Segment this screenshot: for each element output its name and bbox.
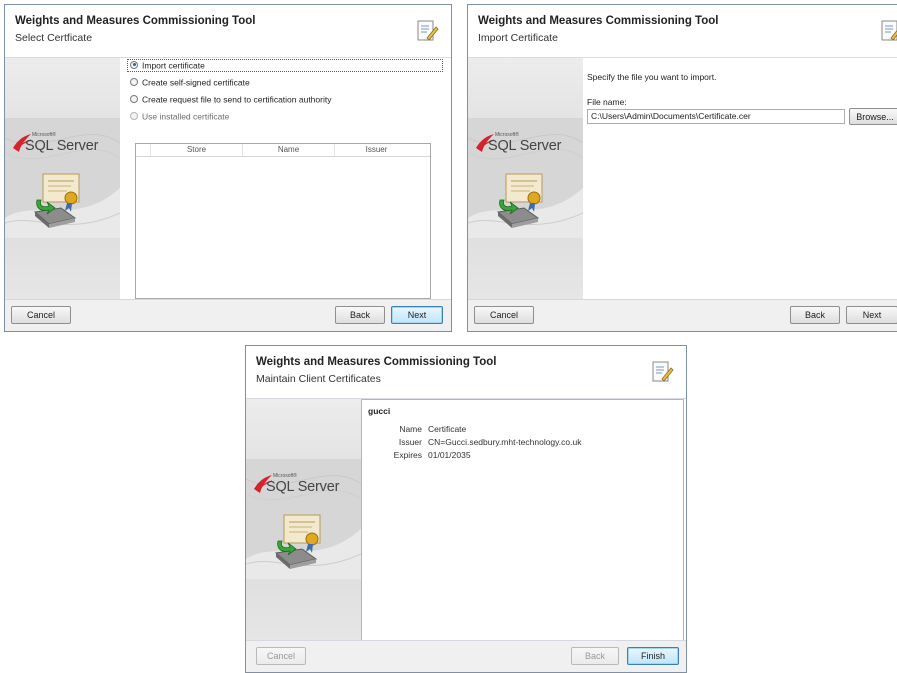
column-header-issuer: Issuer (334, 144, 418, 156)
certificate-icon (33, 173, 80, 228)
option-label: Create request file to send to certifica… (142, 94, 332, 105)
certificate-icon (274, 514, 321, 569)
option-create-request-file[interactable]: Create request file to send to certifica… (130, 94, 331, 107)
option-label: Create self-signed certificate (142, 77, 250, 88)
detail-value-expires: 01/01/2035 (428, 450, 471, 460)
detail-key-expires: Expires (393, 450, 422, 460)
back-button: Back (571, 647, 619, 665)
radio-icon[interactable] (130, 77, 138, 86)
dialog-subtitle: Maintain Client Certificates (256, 373, 381, 385)
finish-button[interactable]: Finish (627, 647, 679, 665)
next-button[interactable]: Next (846, 306, 897, 324)
dialog-header: Weights and Measures Commissioning Tool … (468, 5, 897, 57)
browse-button[interactable]: Browse... (849, 108, 897, 125)
back-button[interactable]: Back (790, 306, 840, 324)
cancel-button[interactable]: Cancel (474, 306, 534, 324)
back-button[interactable]: Back (335, 306, 385, 324)
wizard-header-icon (417, 20, 439, 41)
file-name-label: File name: (587, 97, 627, 107)
client-certificates-list: gucci Name Certificate Issuer CN=Gucci.s… (361, 399, 684, 641)
sidebar-banner: Microsoft® SQL Server (5, 58, 120, 300)
option-label: Import certificate (142, 60, 205, 71)
dialog-footer: Cancel Back Next (468, 299, 897, 331)
sql-server-brand: SQL Server (25, 138, 99, 154)
maintain-client-certificates-dialog: Weights and Measures Commissioning Tool … (245, 345, 687, 673)
sql-server-brand: SQL Server (266, 479, 340, 495)
content-area: Specify the file you want to import. Fil… (583, 58, 897, 300)
content-area: Import certificate Create self-signed ce… (120, 58, 451, 300)
option-label: Use installed certificate (142, 111, 230, 122)
certificate-icon (496, 173, 543, 228)
dialog-title: Weights and Measures Commissioning Tool (256, 356, 497, 368)
radio-icon[interactable] (130, 94, 138, 103)
detail-value-issuer: CN=Gucci.sedbury.mht-technology.co.uk (428, 437, 582, 447)
dialog-footer: Cancel Back Finish (246, 640, 686, 672)
file-name-input[interactable]: C:\Users\Admin\Documents\Certificate.cer (587, 109, 845, 124)
installed-certificates-table: Store Name Issuer (135, 143, 431, 299)
wizard-header-icon (652, 361, 674, 382)
detail-key-issuer: Issuer (398, 437, 422, 447)
dialog-header: Weights and Measures Commissioning Tool … (5, 5, 451, 57)
dialog-title: Weights and Measures Commissioning Tool (15, 15, 256, 27)
column-header-name: Name (242, 144, 334, 156)
option-use-installed: Use installed certificate (130, 111, 229, 124)
select-certificate-dialog: Weights and Measures Commissioning Tool … (4, 4, 452, 332)
import-certificate-dialog: Weights and Measures Commissioning Tool … (467, 4, 897, 332)
wizard-header-icon (881, 20, 897, 41)
client-name[interactable]: gucci (368, 406, 390, 416)
option-create-self-signed[interactable]: Create self-signed certificate (130, 77, 250, 90)
next-button[interactable]: Next (391, 306, 443, 324)
sidebar-banner: Microsoft® SQL Server (246, 399, 361, 641)
column-header-store: Store (150, 144, 242, 156)
instruction-text: Specify the file you want to import. (587, 72, 717, 82)
dialog-subtitle: Select Certficate (15, 32, 93, 44)
detail-value-name: Certificate (428, 424, 467, 434)
sidebar-banner: Microsoft® SQL Server (468, 58, 583, 300)
table-header: Store Name Issuer (136, 144, 430, 157)
dialog-header: Weights and Measures Commissioning Tool … (246, 346, 686, 398)
cancel-button[interactable]: Cancel (11, 306, 71, 324)
dialog-subtitle: Import Certificate (478, 32, 558, 44)
cancel-button: Cancel (256, 647, 306, 665)
dialog-footer: Cancel Back Next (5, 299, 451, 331)
option-import-certificate[interactable]: Import certificate (130, 60, 205, 73)
radio-icon (130, 111, 138, 120)
radio-icon[interactable] (130, 60, 138, 69)
dialog-title: Weights and Measures Commissioning Tool (478, 15, 719, 27)
detail-key-name: Name (399, 424, 422, 434)
sql-server-brand: SQL Server (488, 138, 562, 154)
